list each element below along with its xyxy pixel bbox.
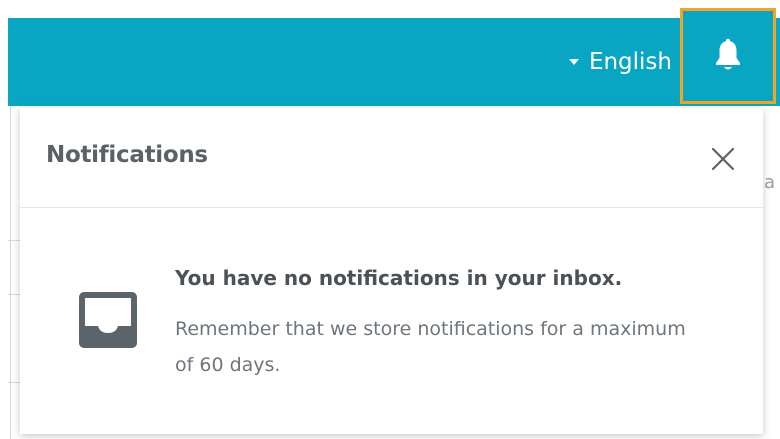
close-button[interactable] bbox=[710, 146, 736, 172]
language-label: English bbox=[588, 49, 672, 75]
panel-title: Notifications bbox=[46, 142, 208, 168]
notifications-button[interactable] bbox=[680, 8, 776, 104]
inbox-icon bbox=[79, 292, 137, 348]
empty-state-title: You have no notifications in your inbox. bbox=[175, 266, 623, 290]
caret-down-icon bbox=[568, 59, 579, 65]
close-icon bbox=[711, 147, 735, 171]
language-selector[interactable]: English bbox=[568, 18, 672, 106]
top-bar: English bbox=[8, 18, 780, 106]
panel-header: Notifications bbox=[20, 108, 763, 208]
obscured-text: a bbox=[764, 172, 776, 193]
empty-state-message: Remember that we store notifications for… bbox=[175, 318, 686, 376]
notifications-panel: Notifications You have no notifications … bbox=[20, 108, 763, 434]
bell-icon bbox=[716, 38, 740, 70]
